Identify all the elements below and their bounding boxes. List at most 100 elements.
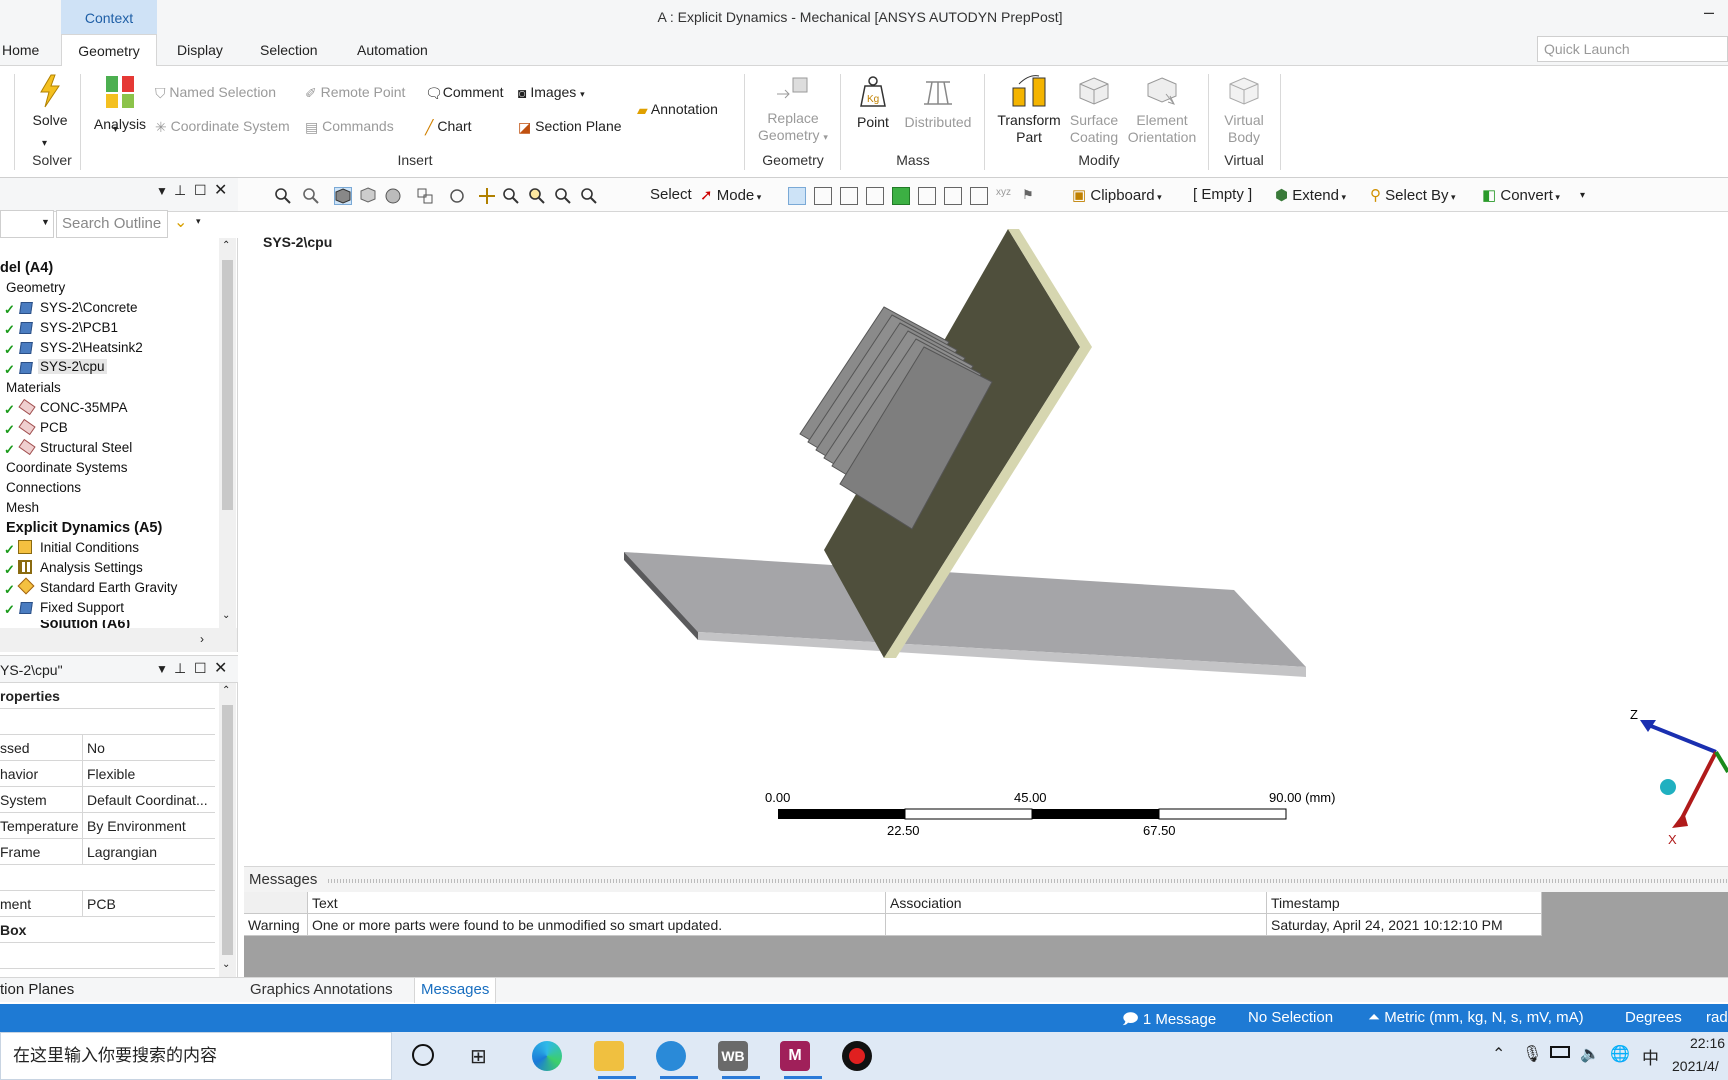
virtual-body-button[interactable]: Virtual Body: [1214, 74, 1274, 146]
cortana-icon[interactable]: [412, 1044, 434, 1066]
tree-conc-35mpa[interactable]: CONC-35MPA: [40, 400, 128, 415]
tree-concrete[interactable]: SYS-2\Concrete: [40, 300, 138, 315]
pin-icon[interactable]: ⊥: [174, 182, 186, 199]
select-by-button[interactable]: ⚲ Select By ▾: [1370, 186, 1456, 204]
message-timestamp[interactable]: Saturday, April 24, 2021 10:12:10 PM: [1267, 914, 1542, 936]
radians-status[interactable]: rad: [1706, 1009, 1728, 1026]
tree-materials[interactable]: Materials: [6, 380, 61, 395]
tab-geometry[interactable]: Geometry: [61, 34, 157, 67]
tree-structural-steel[interactable]: Structural Steel: [40, 440, 132, 455]
message-text[interactable]: One or more parts were found to be unmod…: [308, 914, 886, 936]
chart-button[interactable]: ╱ Chart: [425, 118, 472, 136]
edges-icon[interactable]: [384, 187, 402, 205]
triad-origin-ball[interactable]: [1660, 779, 1676, 795]
details-scroll-thumb[interactable]: [222, 705, 233, 955]
section-planes-tab[interactable]: tion Planes: [0, 977, 244, 1002]
mechanical-icon[interactable]: M: [780, 1041, 810, 1071]
search-outline-input[interactable]: Search Outline: [56, 210, 168, 238]
hit-point-icon[interactable]: ⚑: [1022, 187, 1040, 205]
scroll-up-icon[interactable]: ⌃: [222, 685, 230, 696]
column-header-timestamp[interactable]: Timestamp: [1267, 892, 1542, 914]
details-row[interactable]: ssed No: [0, 735, 215, 761]
details-row[interactable]: havior Flexible: [0, 761, 215, 787]
zoom-in-icon[interactable]: [274, 187, 292, 205]
volume-icon[interactable]: 🔈: [1580, 1044, 1600, 1064]
close-icon[interactable]: ✕: [214, 180, 227, 200]
commands-button[interactable]: ▤ Commands: [305, 118, 394, 136]
tree-analysis-settings[interactable]: Analysis Settings: [40, 560, 143, 575]
scroll-down-icon[interactable]: ⌄: [222, 959, 230, 970]
scroll-down-icon[interactable]: ⌄: [222, 610, 230, 621]
point-mass-button[interactable]: Kg Point: [850, 74, 896, 131]
explode-icon[interactable]: [416, 187, 434, 205]
messages-status[interactable]: 🗩 1 Message: [1122, 1009, 1216, 1034]
images-button[interactable]: ◙ Images ▾: [518, 84, 585, 101]
drag-grip[interactable]: [328, 879, 1728, 883]
quick-launch-input[interactable]: Quick Launch: [1537, 36, 1728, 62]
magnifier-icon[interactable]: [580, 187, 598, 205]
tree-cpu[interactable]: SYS-2\cpu: [38, 359, 107, 374]
coordinate-system-button[interactable]: ✳ Coordinate System: [155, 118, 290, 136]
element-select-icon[interactable]: [944, 187, 962, 205]
degrees-status[interactable]: Degrees: [1625, 1009, 1682, 1026]
context-tab[interactable]: Context: [61, 0, 157, 34]
file-explorer-icon[interactable]: [594, 1041, 624, 1071]
tab-automation[interactable]: Automation: [357, 34, 428, 66]
tab-graphics-annotations[interactable]: Graphics Annotations: [250, 981, 393, 998]
named-selection-button[interactable]: ⛉ Named Selection: [155, 84, 276, 102]
tab-messages[interactable]: Messages: [414, 978, 497, 1003]
transform-part-button[interactable]: Transform Part: [990, 74, 1068, 146]
app-icon[interactable]: [656, 1041, 686, 1071]
vertex-select-icon[interactable]: [788, 187, 806, 205]
tab-display[interactable]: Display: [177, 34, 223, 66]
face-select-icon[interactable]: [840, 187, 858, 205]
tab-home[interactable]: Home: [2, 34, 39, 66]
tree-solution[interactable]: Solution (A6): [40, 620, 130, 628]
details-menu-icon[interactable]: ▼: [156, 662, 168, 676]
solve-dropdown-icon[interactable]: ▾: [42, 138, 47, 149]
task-view-icon[interactable]: ⊞: [470, 1044, 487, 1069]
tree-standard-earth-gravity[interactable]: Standard Earth Gravity: [40, 580, 177, 595]
outline-hscrollbar[interactable]: ›: [0, 628, 238, 652]
details-section-box[interactable]: Box: [0, 917, 215, 943]
section-plane-button[interactable]: ◪ Section Plane: [518, 118, 622, 136]
tree-connections[interactable]: Connections: [6, 480, 81, 495]
pin-icon[interactable]: ⊥: [174, 660, 186, 677]
zoom-to-fit-icon[interactable]: [554, 187, 572, 205]
tree-heatsink2[interactable]: SYS-2\Heatsink2: [40, 340, 143, 355]
element-face-select-icon[interactable]: [918, 187, 936, 205]
clipboard-button[interactable]: ▣ Clipboard ▾: [1072, 186, 1162, 204]
select-mode-button[interactable]: ➚ Mode ▾: [700, 186, 761, 204]
details-row[interactable]: Temperature By Environment: [0, 813, 215, 839]
outline-scroll-thumb[interactable]: [222, 260, 233, 510]
solve-button[interactable]: Solve: [30, 74, 70, 129]
tree-fixed-support[interactable]: Fixed Support: [40, 600, 124, 615]
toolbar-overflow-icon[interactable]: ▾: [1580, 190, 1585, 201]
clock-time[interactable]: 22:16: [1690, 1035, 1725, 1051]
filter-dropdown-icon[interactable]: ▾: [196, 216, 201, 227]
units-status[interactable]: ⏶ Metric (mm, kg, N, s, mV, mA): [1368, 1009, 1584, 1026]
column-header-text[interactable]: Text: [308, 892, 886, 914]
scroll-right-icon[interactable]: ›: [200, 632, 204, 646]
tree-mesh[interactable]: Mesh: [6, 500, 39, 515]
distributed-mass-button[interactable]: Distributed: [900, 74, 976, 131]
remote-point-button[interactable]: ✐ Remote Point: [305, 84, 405, 102]
tree-initial-conditions[interactable]: Initial Conditions: [40, 540, 139, 555]
tree-explicit-dynamics[interactable]: Explicit Dynamics (A5): [6, 520, 162, 536]
tab-selection[interactable]: Selection: [260, 34, 318, 66]
surface-coating-button[interactable]: Surface Coating: [1066, 74, 1122, 146]
body-select-icon[interactable]: [866, 187, 884, 205]
tree-pcb1[interactable]: SYS-2\PCB1: [40, 320, 118, 335]
scroll-up-icon[interactable]: ⌃: [222, 240, 230, 251]
maximize-icon[interactable]: ☐: [194, 182, 207, 199]
annotation-button[interactable]: ▰ Annotation: [637, 101, 718, 119]
microphone-icon[interactable]: 🎙: [1522, 1044, 1542, 1064]
details-section-properties[interactable]: roperties: [0, 683, 215, 709]
replace-geometry-button[interactable]: Replace Geometry ▾: [750, 74, 836, 146]
message-type[interactable]: Warning: [244, 914, 308, 936]
taskbar-search[interactable]: 在这里输入你要搜索的内容: [0, 1032, 392, 1080]
details-row[interactable]: ment PCB: [0, 891, 215, 917]
minimize-button[interactable]: –: [1704, 2, 1714, 23]
analysis-button[interactable]: Analysis: [92, 74, 148, 133]
wireframe-view-icon[interactable]: [360, 187, 378, 205]
